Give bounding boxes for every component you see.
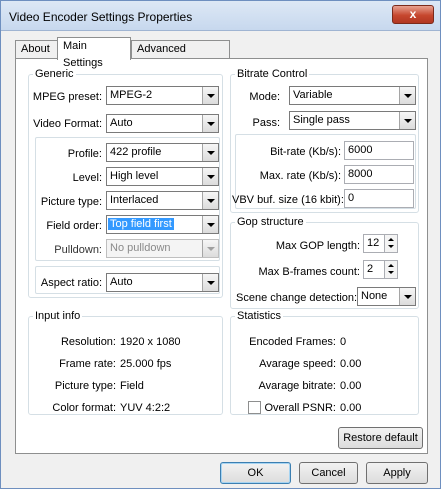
- apply-button[interactable]: Apply: [366, 462, 428, 484]
- max-rate-label: Max. rate (Kb/s):: [259, 170, 341, 182]
- pass-value: Single pass: [293, 114, 350, 126]
- max-b-spinner[interactable]: 2: [363, 260, 398, 279]
- profile-select[interactable]: 422 profile: [106, 143, 219, 162]
- vbv-input[interactable]: 0: [344, 189, 414, 208]
- pass-label: Pass:: [252, 117, 280, 129]
- vbv-label: VBV buf. size (16 kbit):: [232, 194, 344, 206]
- mode-value: Variable: [293, 89, 333, 101]
- close-button[interactable]: x: [392, 5, 434, 24]
- input-picture-type-label: Picture type:: [54, 380, 116, 392]
- field-order-value: Top field first: [108, 218, 174, 230]
- bit-rate-label: Bit-rate (Kb/s):: [270, 146, 341, 158]
- chevron-down-icon[interactable]: [202, 168, 218, 185]
- spin-updown-icon[interactable]: [384, 235, 397, 252]
- aspect-ratio-value: Auto: [110, 276, 133, 288]
- average-bitrate-label: Avarage bitrate:: [258, 380, 336, 392]
- chevron-down-icon[interactable]: [399, 112, 415, 129]
- picture-type-label: Picture type:: [40, 196, 102, 208]
- gop-legend: Gop structure: [237, 216, 304, 228]
- average-bitrate-value: 0.00: [340, 380, 362, 392]
- mpeg-preset-label: MPEG preset:: [32, 91, 102, 103]
- aspect-ratio-label: Aspect ratio:: [40, 277, 102, 289]
- chevron-down-icon[interactable]: [202, 115, 218, 132]
- color-format-label: Color format:: [52, 402, 116, 414]
- restore-default-button[interactable]: Restore default: [338, 427, 423, 449]
- field-order-label: Field order:: [46, 220, 102, 232]
- aspect-ratio-select[interactable]: Auto: [106, 273, 219, 292]
- bitrate-legend: Bitrate Control: [237, 68, 308, 80]
- tab-about[interactable]: About: [15, 40, 58, 59]
- chevron-down-icon[interactable]: [202, 274, 218, 291]
- chevron-down-icon: [202, 240, 218, 257]
- average-speed-value: 0.00: [340, 358, 362, 370]
- mpeg-preset-select[interactable]: MPEG-2: [106, 86, 219, 105]
- window-title: Video Encoder Settings Properties: [9, 10, 193, 24]
- max-rate-input[interactable]: 8000: [344, 165, 414, 184]
- level-label: Level:: [72, 172, 102, 184]
- scene-change-value: None: [361, 290, 388, 302]
- profile-label: Profile:: [67, 148, 102, 160]
- pass-select[interactable]: Single pass: [289, 111, 416, 130]
- chevron-down-icon[interactable]: [399, 288, 415, 305]
- statistics-legend: Statistics: [237, 310, 282, 322]
- average-speed-label: Avarage speed:: [259, 358, 336, 370]
- tab-main-settings[interactable]: Main Settings: [57, 37, 131, 69]
- frame-rate-value: 25.000 fps: [120, 358, 172, 370]
- field-order-select[interactable]: Top field first: [106, 215, 219, 234]
- input-picture-type-value: Field: [120, 380, 144, 392]
- frame-rate-label: Frame rate:: [59, 358, 116, 370]
- resolution-label: Resolution:: [60, 336, 116, 348]
- ok-button[interactable]: OK: [220, 462, 291, 484]
- resolution-value: 1920 x 1080: [120, 336, 181, 348]
- color-format-value: YUV 4:2:2: [120, 402, 171, 414]
- picture-type-select[interactable]: Interlaced: [106, 191, 219, 210]
- video-format-value: Auto: [110, 117, 133, 129]
- tab-advanced-settings[interactable]: Advanced Settings: [131, 40, 230, 72]
- max-b-label: Max B-frames count:: [258, 266, 360, 278]
- input-info-legend: Input info: [35, 310, 81, 322]
- properties-dialog: Video Encoder Settings Properties x Abou…: [0, 0, 441, 489]
- main-settings-panel: Generic MPEG preset: MPEG-2 Video Format…: [15, 58, 428, 454]
- pulldown-select[interactable]: No pulldown: [106, 239, 219, 258]
- max-gop-spinner[interactable]: 12: [363, 234, 398, 253]
- picture-type-value: Interlaced: [110, 194, 159, 206]
- mpeg-preset-value: MPEG-2: [110, 89, 153, 101]
- encoded-frames-label: Encoded Frames:: [249, 336, 336, 348]
- video-format-label: Video Format:: [33, 118, 102, 130]
- overall-psnr-label: Overall PSNR:: [264, 402, 336, 414]
- pulldown-value: No pulldown: [110, 242, 171, 254]
- level-value: High level: [110, 170, 159, 182]
- max-gop-value: 12: [367, 237, 380, 249]
- max-gop-label: Max GOP length:: [275, 240, 360, 252]
- chevron-down-icon[interactable]: [399, 87, 415, 104]
- profile-value: 422 profile: [110, 146, 162, 158]
- scene-change-select[interactable]: None: [357, 287, 416, 306]
- chevron-down-icon[interactable]: [202, 87, 218, 104]
- pulldown-label: Pulldown:: [54, 244, 102, 256]
- chevron-down-icon[interactable]: [202, 216, 218, 233]
- max-b-value: 2: [367, 263, 374, 275]
- mode-select[interactable]: Variable: [289, 86, 416, 105]
- chevron-down-icon[interactable]: [202, 144, 218, 161]
- video-format-select[interactable]: Auto: [106, 114, 219, 133]
- title-bar[interactable]: Video Encoder Settings Properties x: [1, 1, 440, 31]
- overall-psnr-value: 0.00: [340, 402, 362, 414]
- chevron-down-icon[interactable]: [202, 192, 218, 209]
- encoded-frames-value: 0: [340, 336, 347, 348]
- mode-label: Mode:: [249, 91, 280, 103]
- bit-rate-input[interactable]: 6000: [344, 141, 414, 160]
- close-icon: x: [409, 7, 417, 21]
- cancel-button[interactable]: Cancel: [299, 462, 358, 484]
- level-select[interactable]: High level: [106, 167, 219, 186]
- scene-change-label: Scene change detection:: [236, 292, 358, 304]
- spin-updown-icon[interactable]: [384, 261, 397, 278]
